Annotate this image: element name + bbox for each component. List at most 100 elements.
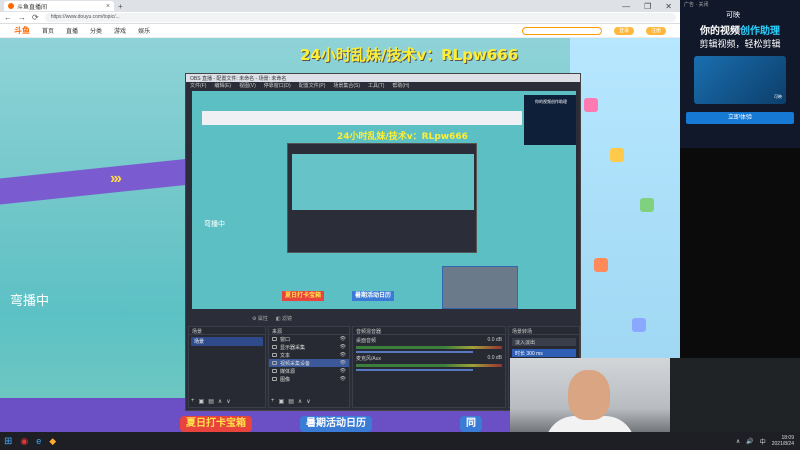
banner-checkin[interactable]: 夏日打卡宝箱 bbox=[180, 416, 252, 432]
transition-duration[interactable]: 时长 300 ms bbox=[512, 349, 576, 357]
eye-icon[interactable]: 👁 bbox=[340, 336, 346, 342]
nested-browser-bar bbox=[202, 111, 522, 125]
back-button[interactable]: ← bbox=[4, 13, 12, 22]
ad-top-label[interactable]: 广告 · 关闭 bbox=[680, 0, 800, 8]
eye-icon[interactable]: 👁 bbox=[340, 360, 346, 366]
eye-icon[interactable]: 👁 bbox=[340, 352, 346, 358]
filters-button[interactable]: ◧ 滤镜 bbox=[276, 315, 292, 322]
sources-dock: 来源 窗口 👁 显示器采集 👁 文本 👁 视频采集设备 👁 媒体源 👁 图像 👁… bbox=[268, 326, 350, 408]
nested-live-status: 弯播中 bbox=[204, 220, 225, 228]
banner-partial[interactable]: 同 bbox=[460, 416, 482, 432]
source-config-button[interactable]: ▤ bbox=[288, 398, 294, 405]
transition-type-select[interactable]: 淡入淡出 bbox=[512, 338, 576, 346]
site-header: 斗鱼 首页 直播 分类 游戏 娱乐 登录 注册 bbox=[0, 24, 680, 38]
app-icon-red[interactable]: ◉ bbox=[20, 436, 28, 447]
edge-icon[interactable]: e bbox=[36, 436, 41, 446]
ad-panel: 广告 · 关闭 可映 你的视频创作助理 剪辑视频，轻松剪辑 可映 立即体验 bbox=[680, 0, 800, 148]
nested-obs-window bbox=[287, 143, 477, 253]
scene-config-button[interactable]: ▤ bbox=[208, 398, 214, 405]
menu-view[interactable]: 视图(V) bbox=[239, 82, 256, 89]
site-search-input[interactable] bbox=[521, 26, 602, 35]
ad-subtitle: 剪辑视频，轻松剪辑 bbox=[699, 40, 781, 50]
menu-tools[interactable]: 工具(T) bbox=[368, 82, 384, 89]
login-button[interactable]: 登录 bbox=[613, 26, 634, 35]
source-item[interactable]: 窗口 👁 bbox=[269, 335, 349, 343]
source-item-selected[interactable]: 视频采集设备 👁 bbox=[269, 359, 349, 367]
nav-item-category[interactable]: 分类 bbox=[90, 26, 102, 35]
menu-file[interactable]: 文件(F) bbox=[190, 82, 206, 89]
refresh-button[interactable]: ⟳ bbox=[32, 13, 39, 22]
minimize-button[interactable]: — bbox=[622, 2, 630, 11]
add-scene-button[interactable]: + bbox=[191, 398, 195, 405]
app-icon-orange[interactable]: ◆ bbox=[49, 436, 56, 447]
properties-button[interactable]: ⚙ 属性 bbox=[252, 315, 268, 322]
favicon-icon bbox=[8, 3, 14, 9]
nav-item-entertainment[interactable]: 娱乐 bbox=[138, 26, 150, 35]
nav-item-home[interactable]: 首页 bbox=[42, 26, 54, 35]
nested-obs-preview bbox=[292, 154, 474, 210]
audio-mixer-dock: 音频混音器 桌面音频 0.0 dB 麦克风/Aux 0.0 dB bbox=[352, 326, 506, 408]
mixer-channel: 桌面音频 0.0 dB bbox=[353, 335, 505, 353]
window-controls: — ❐ ✕ bbox=[622, 2, 680, 11]
nested-webcam bbox=[442, 266, 518, 309]
source-down-button[interactable]: ∨ bbox=[306, 398, 310, 405]
menu-scene-collection[interactable]: 场景集合(S) bbox=[333, 82, 360, 89]
sources-dock-header: 来源 bbox=[269, 327, 349, 335]
system-tray: ∧ 🔊 中 18:09 2021/8/24 bbox=[736, 435, 800, 447]
taskbar: ⊞ ◉ e ◆ ∧ 🔊 中 18:09 2021/8/24 bbox=[0, 432, 800, 450]
monitor-icon bbox=[272, 345, 277, 349]
register-button[interactable]: 注册 bbox=[645, 26, 666, 35]
source-item[interactable]: 文本 👁 bbox=[269, 351, 349, 359]
source-item[interactable]: 显示器采集 👁 bbox=[269, 343, 349, 351]
menu-docks[interactable]: 停靠窗口(D) bbox=[264, 82, 291, 89]
tab-close-icon[interactable]: × bbox=[106, 3, 110, 10]
ad-cta-button[interactable]: 立即体验 bbox=[686, 112, 794, 124]
eye-icon[interactable]: 👁 bbox=[340, 344, 346, 350]
maximize-button[interactable]: ❐ bbox=[644, 2, 651, 11]
ime-icon[interactable]: 中 bbox=[760, 437, 766, 446]
scene-down-button[interactable]: ∨ bbox=[226, 398, 230, 405]
menu-edit[interactable]: 编辑(E) bbox=[214, 82, 231, 89]
source-label: 媒体源 bbox=[280, 368, 296, 375]
eye-icon[interactable]: 👁 bbox=[340, 368, 346, 374]
ad-headline-b: 创作助理 bbox=[740, 26, 780, 37]
close-button[interactable]: ✕ bbox=[665, 2, 672, 11]
stream-title: 24小时乱妹/技术v：RLpw666 bbox=[300, 46, 519, 64]
person-head bbox=[568, 370, 610, 420]
scenes-dock: 场景 场景 + ▣ ▤ ∧ ∨ bbox=[188, 326, 266, 408]
clock-date: 2021/8/24 bbox=[771, 441, 794, 447]
channel-name: 麦克风/Aux bbox=[356, 356, 382, 362]
source-item[interactable]: 媒体源 👁 bbox=[269, 367, 349, 375]
volume-fader[interactable] bbox=[356, 369, 473, 371]
ad-image[interactable]: 可映 bbox=[694, 56, 786, 104]
clock[interactable]: 18:09 2021/8/24 bbox=[772, 435, 794, 447]
menu-profile[interactable]: 配置文件(P) bbox=[299, 82, 326, 89]
menu-help[interactable]: 帮助(H) bbox=[392, 82, 409, 89]
nav-item-live[interactable]: 直播 bbox=[66, 26, 78, 35]
url-field[interactable]: https://www.douyu.com/topic/... bbox=[44, 13, 676, 22]
source-label: 窗口 bbox=[280, 336, 291, 343]
forward-button[interactable]: → bbox=[18, 13, 26, 22]
scene-filter-button[interactable]: ▣ bbox=[199, 398, 205, 405]
source-up-button[interactable]: ∧ bbox=[298, 398, 302, 405]
source-item[interactable]: 图像 👁 bbox=[269, 375, 349, 383]
browser-tab[interactable]: 斗鱼直播间 × bbox=[4, 1, 114, 11]
scene-item[interactable]: 场景 bbox=[191, 337, 263, 346]
volume-icon[interactable]: 🔊 bbox=[746, 438, 753, 445]
channel-level: 0.0 dB bbox=[487, 355, 502, 361]
nested-ad: 你的视频创作助理 bbox=[524, 95, 576, 145]
nav-item-games[interactable]: 游戏 bbox=[114, 26, 126, 35]
add-source-button[interactable]: + bbox=[271, 398, 275, 405]
banner-calendar[interactable]: 暑期活动日历 bbox=[300, 416, 372, 432]
windows-start-icon[interactable]: ⊞ bbox=[4, 436, 12, 447]
site-logo[interactable]: 斗鱼 bbox=[14, 25, 30, 36]
new-tab-button[interactable]: + bbox=[118, 2, 123, 11]
source-filter-button[interactable]: ▣ bbox=[279, 398, 285, 405]
source-label: 文本 bbox=[280, 352, 291, 359]
tray-chevron-icon[interactable]: ∧ bbox=[736, 438, 740, 445]
eye-icon[interactable]: 👁 bbox=[340, 376, 346, 382]
scene-up-button[interactable]: ∧ bbox=[218, 398, 222, 405]
obs-preview[interactable]: 24小时乱妹/技术v：RLpw666 弯播中 你的视频创作助理 夏日打卡宝箱 暑… bbox=[192, 91, 576, 309]
volume-meter bbox=[356, 364, 502, 367]
obs-source-toolbar: ⚙ 属性 ◧ 滤镜 bbox=[192, 314, 576, 322]
